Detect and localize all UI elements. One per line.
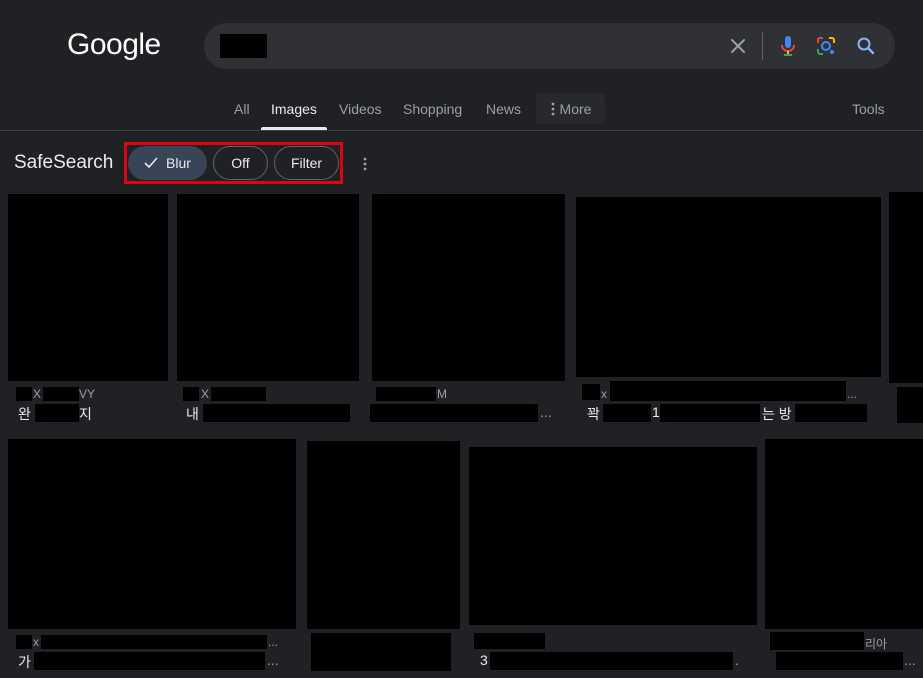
- header-divider: [0, 130, 923, 131]
- result-title[interactable]: .: [735, 652, 739, 668]
- result-source: ...: [268, 635, 279, 649]
- redacted-text: [43, 387, 79, 401]
- search-icon[interactable]: [851, 31, 881, 61]
- result-source: X: [33, 387, 42, 401]
- redacted-text: [16, 387, 32, 401]
- image-thumbnail[interactable]: [576, 197, 881, 377]
- result-title[interactable]: 는 방: [762, 404, 792, 424]
- result-title[interactable]: ...: [904, 652, 916, 668]
- redacted-text: [41, 635, 267, 649]
- search-box[interactable]: [204, 23, 895, 69]
- redacted-text: [183, 387, 199, 401]
- tab-shopping[interactable]: Shopping: [403, 101, 462, 117]
- result-title[interactable]: 1: [652, 404, 660, 420]
- result-title[interactable]: ...: [267, 652, 279, 668]
- redacted-text: [370, 404, 538, 422]
- redacted-text: [610, 381, 846, 401]
- result-source: M: [437, 387, 447, 401]
- result-source: 리아: [865, 637, 888, 651]
- image-thumbnail[interactable]: [8, 194, 168, 381]
- result-source: VY: [79, 387, 96, 401]
- search-query-redacted[interactable]: [220, 34, 267, 58]
- result-title[interactable]: 내: [186, 404, 199, 424]
- result-source: X: [201, 387, 210, 401]
- image-thumbnail[interactable]: [765, 439, 923, 629]
- result-title[interactable]: ...: [540, 404, 552, 420]
- more-vertical-icon: [551, 102, 554, 115]
- result-source: ...: [847, 387, 858, 401]
- redacted-text: [770, 632, 864, 650]
- image-thumbnail[interactable]: [307, 441, 460, 629]
- result-source: x: [601, 387, 607, 401]
- result-source: x: [33, 635, 39, 649]
- redacted-text: [376, 387, 436, 401]
- image-thumbnail[interactable]: [889, 192, 923, 383]
- redacted-text: [660, 404, 760, 422]
- redacted-text: [897, 387, 923, 423]
- result-title[interactable]: 완: [18, 404, 31, 424]
- redacted-text: [776, 652, 903, 670]
- safesearch-highlight-annotation: [124, 142, 343, 184]
- tab-more-label: More: [559, 100, 592, 117]
- image-thumbnail[interactable]: [177, 194, 359, 381]
- tab-images[interactable]: Images: [271, 101, 317, 117]
- tab-videos[interactable]: Videos: [339, 101, 382, 117]
- redacted-text: [34, 652, 265, 670]
- result-title[interactable]: 가: [18, 652, 31, 672]
- image-thumbnail[interactable]: [372, 194, 565, 381]
- safesearch-more-options[interactable]: [356, 152, 374, 176]
- lens-icon[interactable]: [811, 31, 841, 61]
- tab-news[interactable]: News: [486, 101, 521, 117]
- redacted-text: [211, 387, 266, 401]
- redacted-text: [603, 404, 651, 422]
- tab-all[interactable]: All: [234, 101, 250, 117]
- redacted-text: [582, 384, 600, 400]
- image-thumbnail[interactable]: [469, 447, 757, 625]
- tools-button[interactable]: Tools: [852, 101, 885, 117]
- redacted-text: [474, 633, 545, 649]
- close-icon[interactable]: [723, 31, 753, 61]
- redacted-text: [203, 404, 350, 422]
- google-images-results-page: Google All Images Videos Shopping News M…: [0, 0, 923, 678]
- redacted-text: [311, 633, 451, 671]
- redacted-text: [35, 404, 79, 422]
- tab-more[interactable]: More: [536, 93, 605, 124]
- safesearch-label: SafeSearch: [14, 152, 114, 173]
- microphone-icon[interactable]: [773, 31, 803, 61]
- redacted-text: [795, 404, 867, 422]
- more-vertical-icon: [363, 157, 367, 171]
- search-divider: [762, 32, 763, 60]
- result-title[interactable]: 꽉: [587, 404, 600, 424]
- image-thumbnail[interactable]: [8, 439, 296, 629]
- redacted-text: [16, 635, 32, 649]
- google-logo[interactable]: Google: [67, 28, 161, 62]
- result-title[interactable]: 3: [480, 652, 488, 668]
- search-tabs: All Images Videos Shopping News More Too…: [0, 88, 923, 130]
- result-title[interactable]: 지: [79, 404, 92, 424]
- redacted-text: [490, 652, 733, 670]
